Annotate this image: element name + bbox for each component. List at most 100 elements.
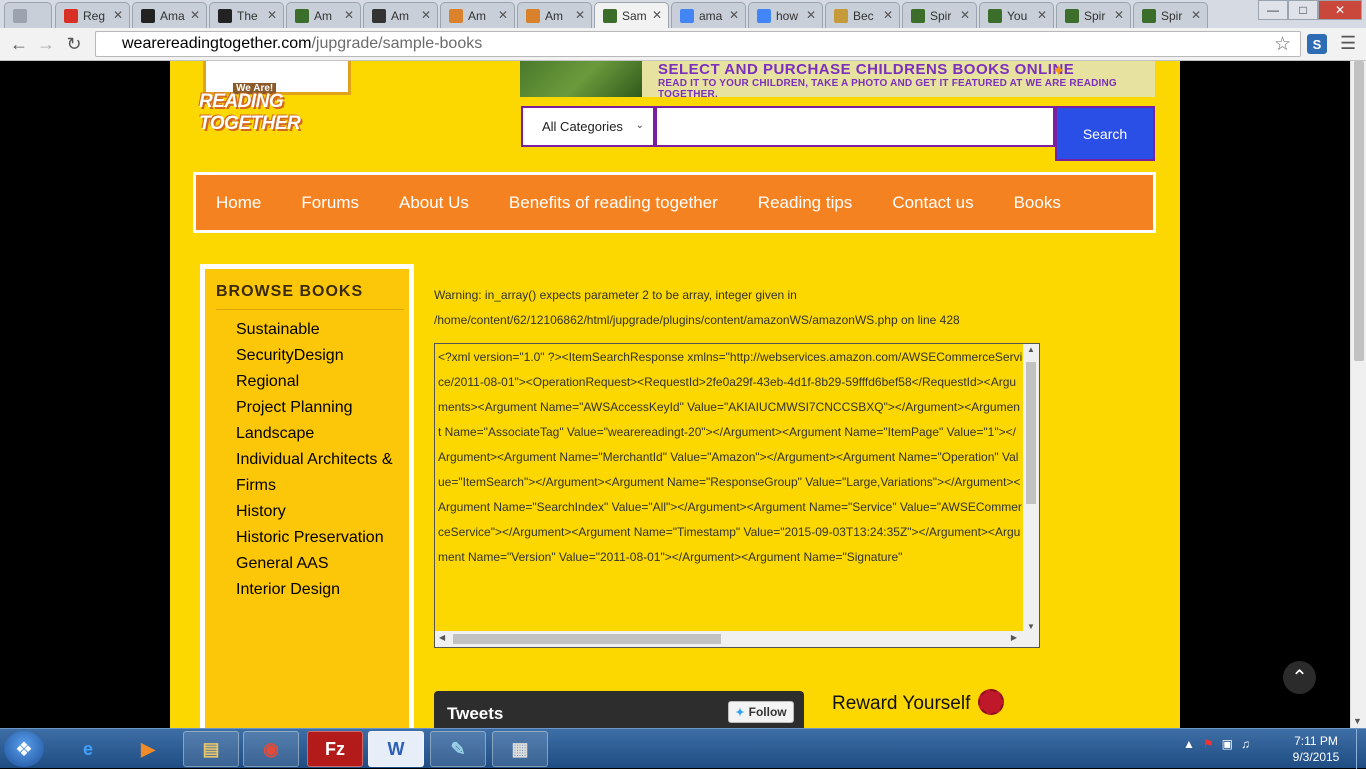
close-tab-icon[interactable]: ✕	[729, 8, 739, 22]
category-select[interactable]: All Categories ⌄	[521, 106, 655, 147]
browser-tab[interactable]: Reg ✕	[55, 2, 130, 28]
tweets-widget: Tweets ✦ Follow	[434, 691, 804, 728]
calculator-icon[interactable]: ▦	[492, 731, 548, 767]
nav-books[interactable]: Books	[1014, 193, 1061, 213]
address-bar[interactable]: wearereadingtogether.com/jupgrade/sample…	[95, 31, 1301, 57]
browser-tab[interactable]: Am ✕	[286, 2, 361, 28]
close-tab-icon[interactable]: ✕	[1114, 8, 1124, 22]
nav-contact-us[interactable]: Contact us	[892, 193, 973, 213]
word-icon[interactable]: W	[368, 731, 424, 767]
category-link[interactable]: Project Planning	[236, 395, 406, 421]
close-tab-icon[interactable]: ✕	[1191, 8, 1201, 22]
category-link[interactable]: History	[236, 499, 406, 525]
network-icon[interactable]: ▣	[1222, 737, 1233, 751]
scroll-up-icon[interactable]: ▲	[1027, 345, 1035, 354]
category-link[interactable]: Historic Preservation	[236, 525, 406, 551]
scroll-to-top-button[interactable]: ⌃	[1283, 661, 1316, 694]
browser-tab[interactable]: Ama ✕	[132, 2, 207, 28]
browser-tab[interactable]: Am ✕	[363, 2, 438, 28]
close-tab-icon[interactable]: ✕	[1037, 8, 1047, 22]
scroll-down-icon[interactable]: ▼	[1353, 716, 1362, 726]
scroll-left-icon[interactable]: ◀	[439, 633, 445, 642]
minimize-icon[interactable]: —	[1258, 0, 1288, 20]
browse-books-sidebar: BROWSE BOOKS Sustainable SecurityDesign …	[200, 264, 414, 728]
category-link[interactable]: Regional	[236, 369, 406, 395]
system-clock[interactable]: 7:11 PM 9/3/2015	[1283, 733, 1349, 765]
browser-tab[interactable]: Spir ✕	[902, 2, 977, 28]
nav-reading-tips[interactable]: Reading tips	[758, 193, 853, 213]
back-icon[interactable]: ←	[8, 33, 30, 55]
close-tab-icon[interactable]: ✕	[344, 8, 354, 22]
category-link[interactable]: Landscape	[236, 421, 406, 447]
scroll-thumb[interactable]	[453, 634, 721, 644]
volume-icon[interactable]: ♫	[1241, 737, 1250, 751]
browser-tab[interactable]: how ✕	[748, 2, 823, 28]
scroll-right-icon[interactable]: ▶	[1011, 633, 1017, 642]
close-tab-icon[interactable]: ✕	[575, 8, 585, 22]
media-player-icon[interactable]: ▶	[120, 731, 176, 767]
search-button[interactable]: Search	[1055, 106, 1155, 161]
page-vertical-scrollbar[interactable]: ▼	[1350, 61, 1366, 728]
page-scroll-thumb[interactable]	[1354, 61, 1364, 361]
close-tab-icon[interactable]: ✕	[960, 8, 970, 22]
maximize-icon[interactable]: □	[1288, 0, 1318, 20]
browser-tab[interactable]: Bec ✕	[825, 2, 900, 28]
chrome-icon[interactable]: ◉	[243, 731, 299, 767]
close-tab-icon[interactable]: ✕	[806, 8, 816, 22]
close-tab-icon[interactable]: ✕	[498, 8, 508, 22]
chrome-menu-icon[interactable]: ☰	[1340, 33, 1356, 54]
browser-tab[interactable]: Am ✕	[517, 2, 592, 28]
filezilla-icon[interactable]: Fz	[307, 731, 363, 767]
sidebar-divider	[216, 309, 404, 310]
xml-response-box[interactable]: <?xml version="1.0" ?><ItemSearchRespons…	[434, 343, 1040, 648]
twitter-follow-button[interactable]: ✦ Follow	[728, 701, 794, 723]
close-tab-icon[interactable]: ✕	[113, 8, 123, 22]
site-logo[interactable]: We Are! READING TOGETHER	[195, 61, 360, 134]
bookmark-star-icon[interactable]: ☆	[1274, 33, 1291, 56]
clock-time: 7:11 PM	[1294, 734, 1338, 748]
browser-tab[interactable]: You ✕	[979, 2, 1054, 28]
browser-tab[interactable]: Spir ✕	[1133, 2, 1208, 28]
box-icon	[834, 8, 848, 23]
xml-vertical-scrollbar[interactable]: ▲ ▼	[1023, 344, 1039, 632]
show-desktop-button[interactable]	[1356, 729, 1366, 769]
reload-icon[interactable]: ↻	[63, 33, 85, 55]
scroll-thumb[interactable]	[1026, 362, 1036, 504]
browser-tab[interactable]: Spir ✕	[1056, 2, 1131, 28]
tray-expand-icon[interactable]: ▲	[1183, 737, 1195, 751]
browser-tab[interactable]	[4, 2, 52, 28]
close-tab-icon[interactable]: ✕	[652, 8, 662, 22]
nav-about-us[interactable]: About Us	[399, 193, 469, 213]
category-link[interactable]: General AAS	[236, 551, 406, 577]
internet-explorer-icon[interactable]: e	[60, 731, 116, 767]
xml-horizontal-scrollbar[interactable]: ◀ ▶	[435, 631, 1039, 647]
browser-tab[interactable]: Sam ✕	[594, 2, 669, 28]
action-center-icon[interactable]: ⚑	[1203, 737, 1214, 751]
browser-tab[interactable]: ama ✕	[671, 2, 746, 28]
category-link[interactable]: SecurityDesign	[236, 343, 406, 369]
extension-icon[interactable]: S	[1307, 34, 1327, 54]
close-tab-icon[interactable]: ✕	[267, 8, 277, 22]
nav-forums[interactable]: Forums	[301, 193, 359, 213]
file-explorer-icon[interactable]: ▤	[183, 731, 239, 767]
search-input[interactable]	[655, 106, 1055, 147]
close-tab-icon[interactable]: ✕	[421, 8, 431, 22]
close-tab-icon[interactable]: ✕	[190, 8, 200, 22]
notepad-icon[interactable]: ✎	[430, 731, 486, 767]
start-button[interactable]: ❖	[4, 731, 44, 767]
forward-icon[interactable]: →	[35, 33, 57, 55]
nav-benefits[interactable]: Benefits of reading together	[509, 193, 718, 213]
category-link[interactable]: Individual Architects & Firms	[236, 447, 406, 499]
close-tab-icon[interactable]: ✕	[883, 8, 893, 22]
browser-tab[interactable]: Am ✕	[440, 2, 515, 28]
nav-home[interactable]: Home	[216, 193, 261, 213]
joomla-icon	[603, 8, 617, 23]
scroll-down-icon[interactable]: ▼	[1027, 622, 1035, 631]
amazon-icon	[218, 8, 232, 23]
joomla-icon	[911, 8, 925, 23]
browser-tab[interactable]: The ✕	[209, 2, 284, 28]
close-window-icon[interactable]: ✕	[1318, 0, 1362, 20]
category-list: Sustainable SecurityDesign Regional Proj…	[236, 317, 406, 603]
category-link[interactable]: Interior Design	[236, 577, 406, 603]
category-link[interactable]: Sustainable	[236, 317, 406, 343]
